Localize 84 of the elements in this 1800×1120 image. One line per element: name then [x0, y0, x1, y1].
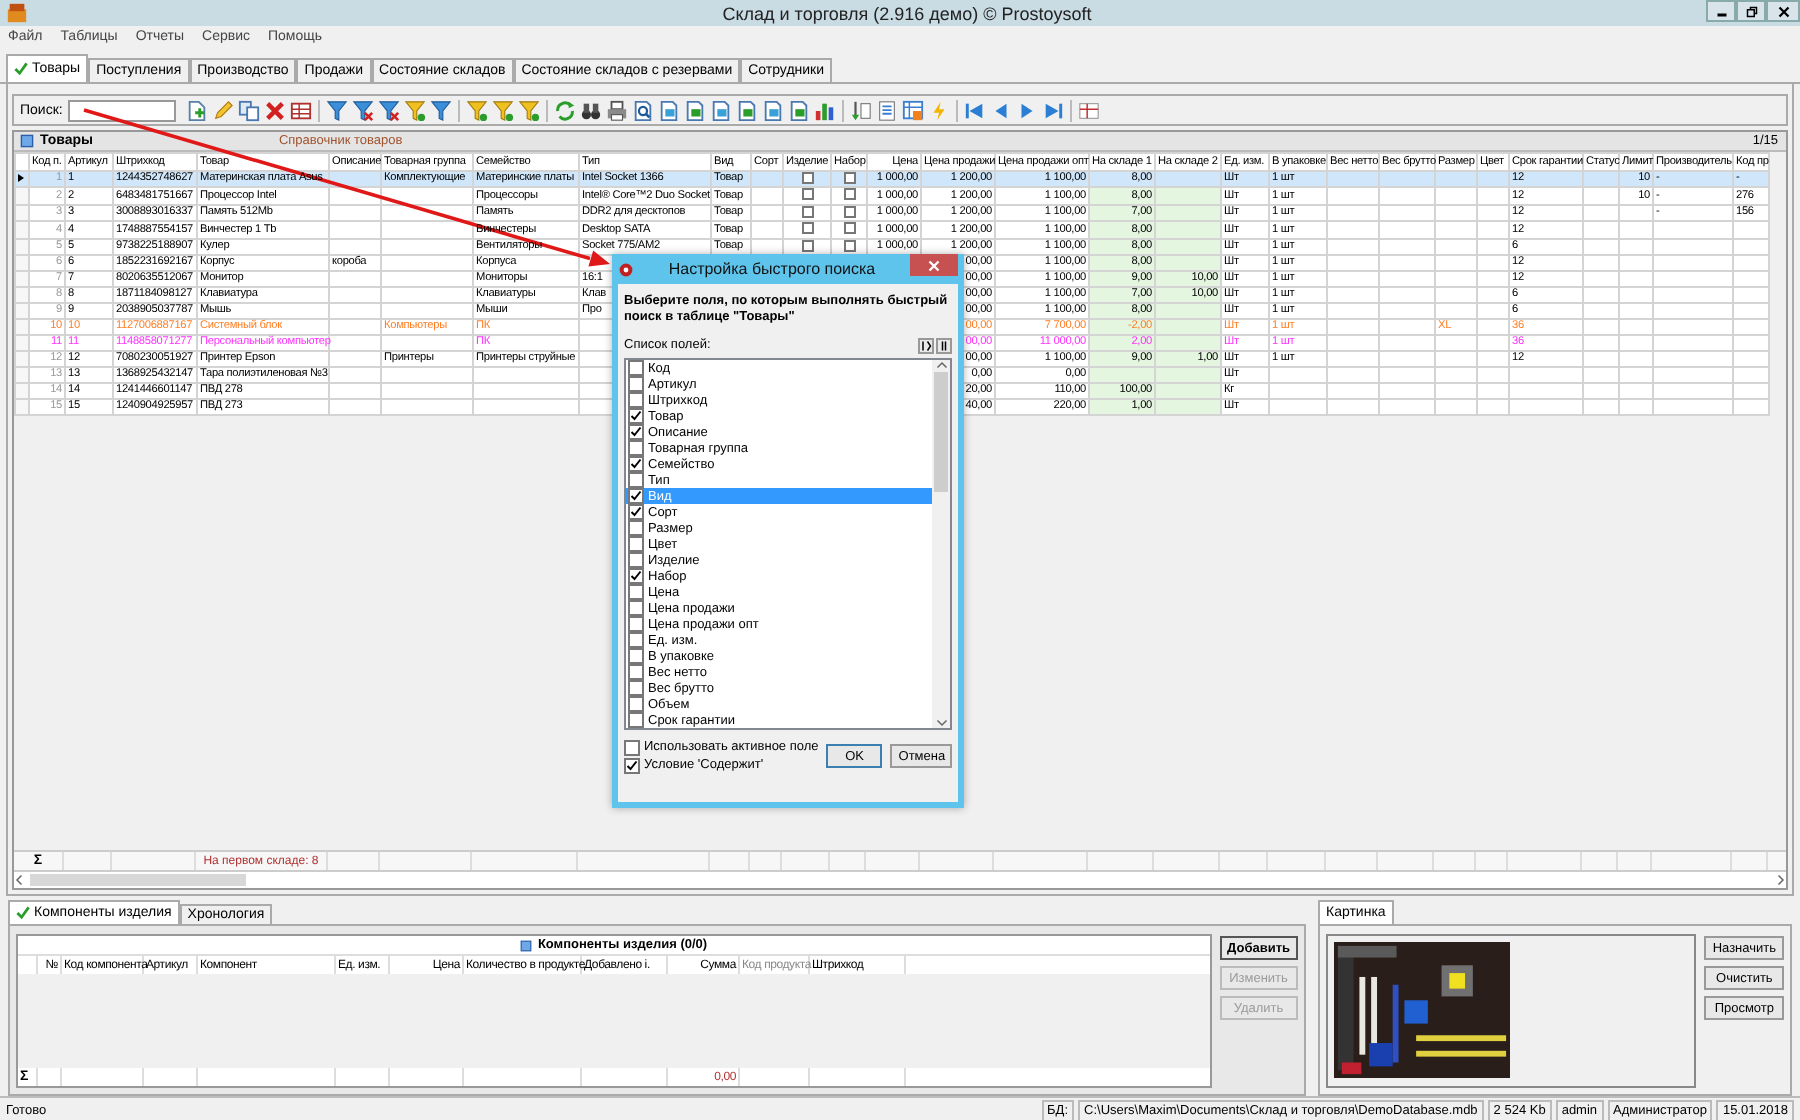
restore-button[interactable] [1736, 0, 1766, 22]
checkbox[interactable] [801, 188, 813, 201]
filter-icon[interactable] [326, 99, 349, 121]
checkbox[interactable] [628, 520, 644, 536]
checkbox[interactable] [801, 222, 813, 235]
checkbox[interactable] [628, 376, 644, 392]
restore-icon [1745, 5, 1757, 17]
sort-button[interactable] [918, 337, 934, 353]
filter-icon[interactable] [492, 99, 515, 121]
close-icon [1777, 5, 1789, 17]
copy-icon[interactable] [238, 99, 261, 121]
last-record-icon[interactable] [1042, 99, 1065, 121]
checkbox[interactable] [628, 648, 644, 664]
checkbox[interactable] [628, 616, 644, 632]
close-button[interactable] [1766, 0, 1800, 22]
grid-settings-icon[interactable] [1078, 99, 1101, 121]
export-icon[interactable] [710, 99, 733, 121]
checkbox[interactable] [628, 680, 644, 696]
checkbox[interactable] [628, 552, 644, 568]
window-title: Склад и торговля (2.916 демо) © Prostoysoft [720, 3, 1094, 23]
checkbox[interactable] [628, 568, 644, 584]
row-pointer-icon [18, 173, 24, 182]
close-icon [928, 259, 940, 271]
app-icon [618, 261, 634, 277]
checkbox[interactable] [628, 600, 644, 616]
checkbox[interactable] [628, 408, 644, 424]
checkbox[interactable] [628, 472, 644, 488]
scrollbar-thumb[interactable] [934, 372, 948, 492]
checkbox[interactable] [624, 739, 640, 755]
checkbox[interactable] [628, 584, 644, 600]
list-icon[interactable] [876, 99, 899, 121]
table-icon [20, 134, 34, 148]
checkbox[interactable] [628, 456, 644, 472]
minimize-button[interactable] [1706, 0, 1736, 22]
table-icon[interactable] [290, 99, 313, 121]
export-icon[interactable] [658, 99, 681, 121]
checkbox[interactable] [628, 536, 644, 552]
table-icon [519, 939, 532, 951]
checkbox[interactable] [628, 360, 644, 376]
checkbox[interactable] [801, 172, 813, 184]
checkbox[interactable] [628, 696, 644, 712]
filter-icon[interactable] [404, 99, 427, 121]
checkbox[interactable] [843, 188, 855, 201]
app-icon [6, 2, 28, 24]
check-icon [16, 906, 30, 920]
sort-icon[interactable] [850, 99, 873, 121]
check-icon [14, 62, 28, 76]
export-icon[interactable] [736, 99, 759, 121]
sort-icon [920, 339, 932, 351]
checkbox[interactable] [628, 632, 644, 648]
checkbox[interactable] [628, 440, 644, 456]
printer-icon[interactable] [606, 99, 629, 121]
scrollbar[interactable] [932, 360, 950, 728]
filter-icon[interactable] [518, 99, 541, 121]
checkbox[interactable] [624, 757, 640, 773]
delete-icon[interactable] [264, 99, 287, 121]
export-icon[interactable] [762, 99, 785, 121]
pencil-icon[interactable] [212, 99, 235, 121]
checkbox[interactable] [843, 222, 855, 235]
export-icon[interactable] [684, 99, 707, 121]
checkbox[interactable] [628, 424, 644, 440]
add-document-icon[interactable] [186, 99, 209, 121]
checkbox[interactable] [628, 392, 644, 408]
checkbox[interactable] [628, 488, 644, 504]
binoculars-icon[interactable] [580, 99, 603, 121]
search-field[interactable] [68, 99, 177, 121]
checkbox[interactable] [628, 504, 644, 520]
table-icon[interactable] [902, 99, 925, 121]
filter-icon[interactable] [352, 99, 375, 121]
filter-icon[interactable] [466, 99, 489, 121]
column-icon [938, 339, 950, 351]
scrollbar-thumb[interactable] [30, 874, 246, 886]
checkbox[interactable] [628, 664, 644, 680]
filter-icon[interactable] [430, 99, 453, 121]
filter-icon[interactable] [378, 99, 401, 121]
bar-chart-icon[interactable] [814, 99, 837, 121]
checkbox[interactable] [843, 172, 855, 184]
column-button[interactable] [936, 337, 952, 353]
first-record-icon[interactable] [964, 99, 987, 121]
previous-icon[interactable] [990, 99, 1013, 121]
scrollbar[interactable] [14, 870, 1786, 888]
checkbox[interactable] [628, 712, 644, 728]
preview-icon[interactable] [632, 99, 655, 121]
export-icon[interactable] [788, 99, 811, 121]
